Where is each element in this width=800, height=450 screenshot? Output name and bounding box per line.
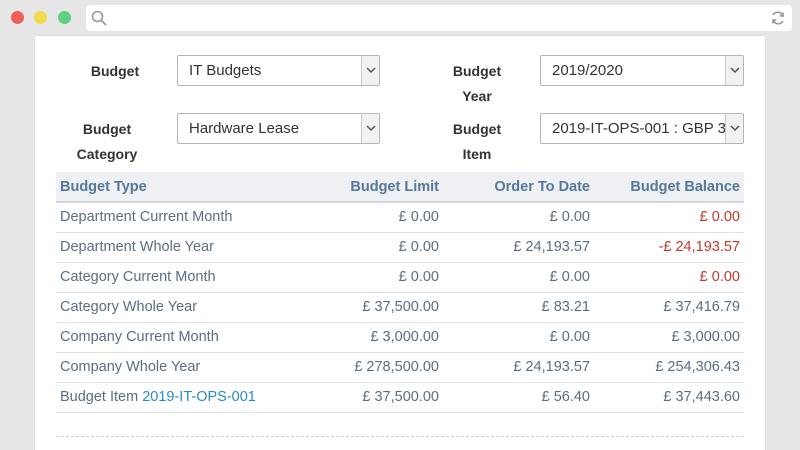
cell-budget-limit: £ 278,500.00 [308,352,443,383]
budget-category-select[interactable]: Hardware Lease [177,113,380,144]
column-header-budget-type[interactable]: Budget Type [56,172,308,203]
column-header-order-to-date[interactable]: Order To Date [443,172,594,203]
table-row: Category Current Month £ 0.00 £ 0.00 £ 0… [56,262,744,293]
budget-label: Budget [90,63,140,79]
cell-budget-balance: £ 3,000.00 [594,322,744,353]
budget-category-label: Budget Category [76,121,138,162]
column-header-budget-limit[interactable]: Budget Limit [308,172,443,203]
table-header-row: Budget Type Budget Limit Order To Date B… [56,172,744,203]
cell-budget-type: Category Current Month [56,262,308,293]
divider [56,436,744,437]
table-row: Company Current Month £ 3,000.00 £ 0.00 … [56,322,744,353]
table-row: Category Whole Year £ 37,500.00 £ 83.21 … [56,292,744,323]
budget-select[interactable]: IT Budgets [177,55,380,86]
budget-year-select[interactable]: 2019/2020 [540,55,744,86]
maximize-window-button[interactable] [58,11,71,24]
budget-item-label: Budget Item [452,121,502,162]
cell-budget-type: Company Whole Year [56,352,308,383]
cell-order-to-date: £ 0.00 [443,202,594,233]
cell-budget-type: Budget Item 2019-IT-OPS-001 [56,382,308,413]
cell-budget-limit: £ 3,000.00 [308,322,443,353]
cell-budget-balance: £ 0.00 [594,262,744,293]
cell-budget-balance: £ 0.00 [594,202,744,233]
close-window-button[interactable] [11,11,24,24]
column-header-budget-balance[interactable]: Budget Balance [594,172,744,203]
browser-toolbar [0,0,800,36]
budget-item-select[interactable]: 2019-IT-OPS-001 : GBP 37,500.00 [540,113,744,144]
table-row: Budget Item 2019-IT-OPS-001 £ 37,500.00 … [56,382,744,413]
table-row: Company Whole Year £ 278,500.00 £ 24,193… [56,352,744,383]
cell-budget-limit: £ 37,500.00 [308,382,443,413]
cell-budget-balance: £ 37,416.79 [594,292,744,323]
search-icon [91,10,107,26]
chevron-down-icon [361,114,379,143]
cell-budget-limit: £ 0.00 [308,232,443,263]
budget-panel: Budget IT Budgets Budget Year 2019/2020 … [35,36,765,450]
cell-order-to-date: £ 0.00 [443,322,594,353]
cell-budget-type: Category Whole Year [56,292,308,323]
chevron-down-icon [725,114,743,143]
cell-order-to-date: £ 24,193.57 [443,232,594,263]
cell-budget-balance: £ 37,443.60 [594,382,744,413]
minimize-window-button[interactable] [34,11,47,24]
cell-order-to-date: £ 83.21 [443,292,594,323]
cell-budget-type: Company Current Month [56,322,308,353]
cell-budget-limit: £ 0.00 [308,202,443,233]
reload-icon[interactable] [770,10,786,26]
cell-order-to-date: £ 56.40 [443,382,594,413]
budget-table: Budget Type Budget Limit Order To Date B… [56,172,744,413]
address-bar[interactable] [86,5,792,31]
cell-budget-balance: £ 254,306.43 [594,352,744,383]
table-row: Department Current Month £ 0.00 £ 0.00 £… [56,202,744,233]
cell-order-to-date: £ 24,193.57 [443,352,594,383]
cell-order-to-date: £ 0.00 [443,262,594,293]
cell-budget-limit: £ 0.00 [308,262,443,293]
cell-budget-limit: £ 37,500.00 [308,292,443,323]
table-row: Department Whole Year £ 0.00 £ 24,193.57… [56,232,744,263]
cell-budget-type: Department Whole Year [56,232,308,263]
budget-year-label: Budget Year [452,63,502,104]
budget-item-link[interactable]: 2019-IT-OPS-001 [142,389,256,405]
cell-budget-type: Department Current Month [56,202,308,233]
chevron-down-icon [361,56,379,85]
cell-budget-balance: -£ 24,193.57 [594,232,744,263]
chevron-down-icon [725,56,743,85]
